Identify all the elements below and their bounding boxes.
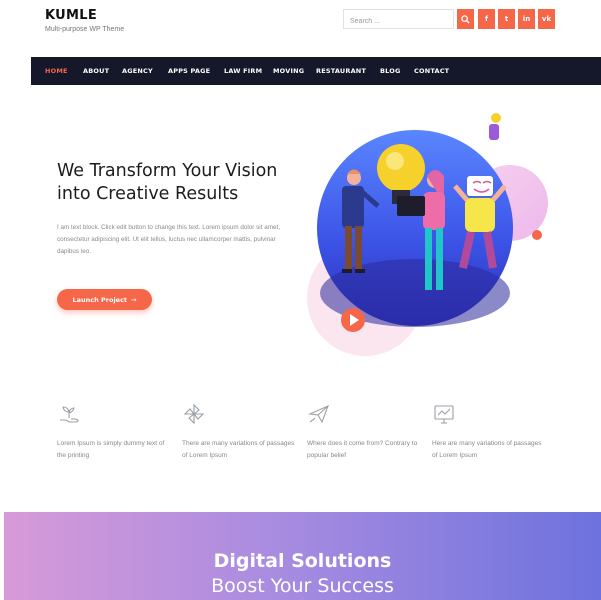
nav-item-home[interactable]: HOME <box>45 67 68 75</box>
feature-item: There are many variations of passages of… <box>182 402 297 462</box>
search-icon <box>461 14 470 24</box>
nav-item-about[interactable]: ABOUT <box>83 67 109 75</box>
orange-dot-shape <box>532 230 542 240</box>
site-header: KUMLE Multi-purpose WP Theme f t in vk <box>0 0 601 57</box>
launch-project-label: Launch Project <box>72 295 128 304</box>
hero-title: We Transform Your Vision into Creative R… <box>57 160 307 206</box>
feature-item: Where does it come from? Contrary to pop… <box>307 402 422 462</box>
nav-item-blog[interactable]: BLOG <box>380 67 401 75</box>
vk-icon[interactable]: vk <box>538 9 555 29</box>
banner-title: Digital Solutions <box>213 550 392 572</box>
hero-text: I am text block. Click edit button to ch… <box>57 224 280 255</box>
site-tagline: Multi-purpose WP Theme <box>45 26 125 33</box>
search-box <box>343 9 454 31</box>
banner-subtitle: Boost Your Success <box>211 575 394 597</box>
search-button[interactable] <box>457 9 474 29</box>
play-icon[interactable] <box>341 308 365 332</box>
linkedin-icon[interactable]: in <box>518 9 535 29</box>
hero-title-line1: We Transform Your Vision <box>57 161 278 181</box>
pinwheel-icon <box>183 403 205 425</box>
arrow-right-icon: → <box>131 295 137 304</box>
feature-item: Lorem Ipsum is simply dummy text of the … <box>57 402 172 462</box>
search-input[interactable] <box>344 12 453 31</box>
nav-item-restaurant[interactable]: RESTAURANT <box>316 67 366 75</box>
nav-item-agency[interactable]: AGENCY <box>122 67 153 75</box>
paper-plane-icon <box>307 404 329 424</box>
twitter-icon[interactable]: t <box>498 9 515 29</box>
feature-text: There are many variations of passages of… <box>182 440 295 459</box>
feature-item: Here are many variations of passages of … <box>432 402 547 462</box>
feature-text: Where does it come from? Contrary to pop… <box>307 440 418 459</box>
nav-item-contact[interactable]: CONTACT <box>414 67 449 75</box>
feature-text: Here are many variations of passages of … <box>432 440 542 459</box>
nav-item-law-firm[interactable]: LAW FIRM <box>224 67 262 75</box>
hero-title-line2: into Creative Results <box>57 184 239 204</box>
floating-figure <box>489 113 501 140</box>
monitor-chart-icon <box>434 405 454 424</box>
launch-project-button[interactable]: Launch Project → <box>57 289 152 310</box>
facebook-icon[interactable]: f <box>478 9 495 29</box>
plant-hand-icon <box>60 406 79 423</box>
digital-solutions-banner: Digital Solutions Boost Your Success <box>4 512 601 600</box>
nav-item-moving[interactable]: MOVING <box>273 67 304 75</box>
nav-item-apps-page[interactable]: APPS PAGE <box>168 67 210 75</box>
main-nav: HOME ABOUT AGENCY APPS PAGE LAW FIRM MOV… <box>31 57 601 85</box>
site-logo[interactable]: KUMLE <box>45 8 97 23</box>
hero-illustration <box>307 113 548 356</box>
feature-text: Lorem Ipsum is simply dummy text of the … <box>57 440 165 459</box>
